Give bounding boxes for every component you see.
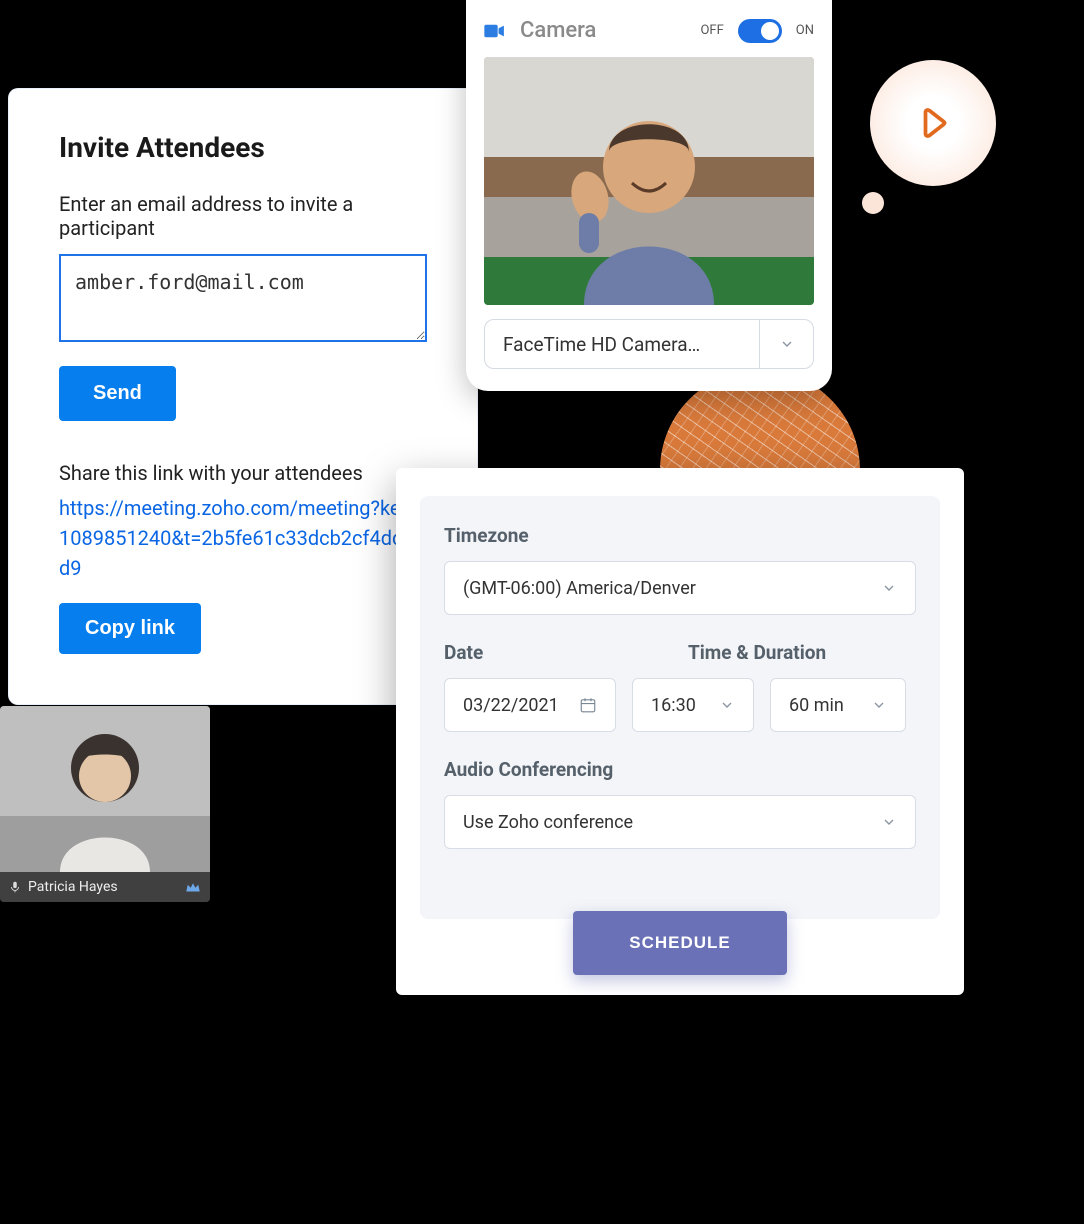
copy-link-button[interactable]: Copy link (59, 603, 201, 654)
mic-icon (8, 880, 22, 894)
camera-icon (484, 23, 506, 39)
chevron-down-icon (719, 697, 735, 713)
participant-tile: Patricia Hayes (0, 706, 210, 902)
share-link[interactable]: https://meeting.zoho.com/meeting?key=108… (59, 493, 427, 583)
camera-off-label: OFF (700, 23, 723, 38)
crown-icon (184, 878, 202, 896)
invite-subtitle: Enter an email address to invite a parti… (59, 192, 427, 240)
timezone-label: Timezone (444, 524, 916, 547)
chevron-down-icon (881, 580, 897, 596)
duration-value: 60 min (789, 695, 844, 716)
chevron-down-icon (759, 320, 813, 368)
audio-value: Use Zoho conference (463, 812, 633, 833)
play-bubble[interactable] (870, 60, 996, 186)
time-duration-label: Time & Duration (688, 641, 916, 664)
audio-label: Audio Conferencing (444, 758, 916, 781)
camera-on-label: ON (796, 23, 814, 38)
chevron-down-icon (871, 697, 887, 713)
camera-label: Camera (520, 18, 686, 43)
time-select[interactable]: 16:30 (632, 678, 754, 732)
participant-name: Patricia Hayes (28, 879, 118, 895)
date-value: 03/22/2021 (463, 695, 559, 716)
date-input[interactable]: 03/22/2021 (444, 678, 616, 732)
schedule-panel: Timezone (GMT-06:00) America/Denver Date… (396, 468, 964, 995)
send-button[interactable]: Send (59, 366, 176, 421)
camera-device-value: FaceTime HD Camera… (485, 333, 759, 356)
camera-toggle[interactable] (738, 19, 782, 43)
participant-bar: Patricia Hayes (0, 872, 210, 902)
participant-video (0, 706, 210, 872)
camera-device-select[interactable]: FaceTime HD Camera… (484, 319, 814, 369)
decorative-dot (862, 192, 884, 214)
invite-title: Invite Attendees (59, 131, 427, 164)
calendar-icon (579, 696, 597, 714)
duration-select[interactable]: 60 min (770, 678, 906, 732)
time-value: 16:30 (651, 695, 696, 716)
share-label: Share this link with your attendees (59, 461, 427, 485)
camera-panel: Camera OFF ON FaceTime HD Camera… (466, 0, 832, 391)
email-input[interactable] (59, 254, 427, 342)
date-label: Date (444, 641, 672, 664)
audio-select[interactable]: Use Zoho conference (444, 795, 916, 849)
timezone-value: (GMT-06:00) America/Denver (463, 578, 696, 599)
camera-preview (484, 57, 814, 305)
chevron-down-icon (881, 814, 897, 830)
play-icon (915, 105, 951, 141)
schedule-button[interactable]: SCHEDULE (573, 911, 787, 975)
timezone-select[interactable]: (GMT-06:00) America/Denver (444, 561, 916, 615)
